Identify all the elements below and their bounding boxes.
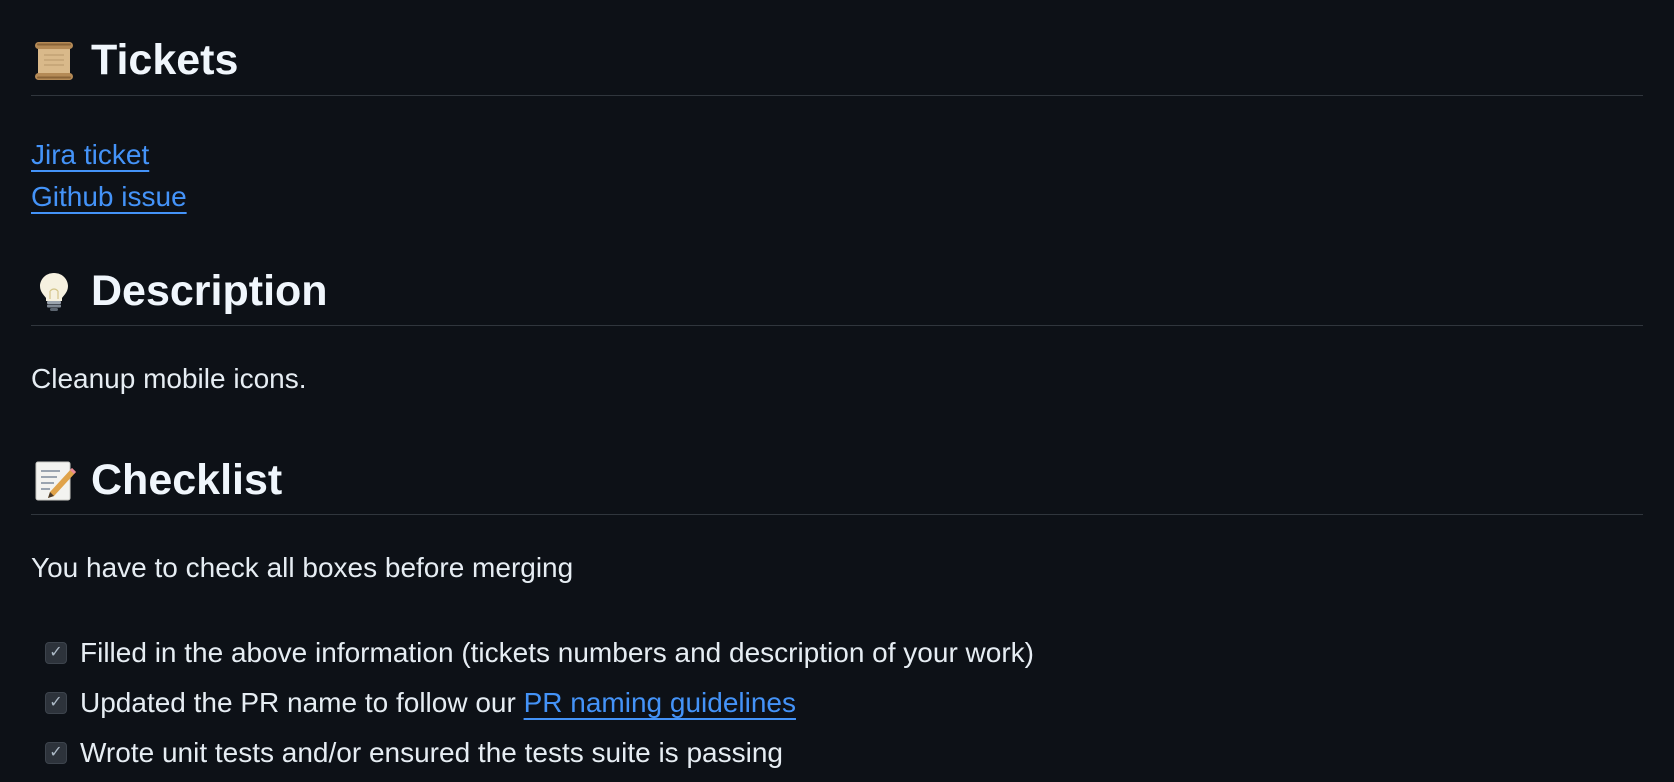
tickets-heading: Tickets (31, 26, 1643, 96)
task-list-item: ✓ Wrote unit tests and/or ensured the te… (45, 728, 1034, 778)
lightbulb-icon (31, 268, 77, 314)
task-checkbox[interactable]: ✓ (45, 742, 67, 764)
tickets-title: Tickets (91, 36, 239, 84)
task-list-item: ✓ Filled in the above information (ticke… (45, 628, 1034, 678)
task-list: ✓ Filled in the above information (ticke… (45, 628, 1034, 778)
checklist-heading: Checklist (31, 446, 1643, 515)
description-text: Cleanup mobile icons. (31, 363, 307, 394)
pr-naming-guidelines-link[interactable]: PR naming guidelines (524, 687, 796, 719)
task-checkbox[interactable]: ✓ (45, 642, 67, 664)
task-list-item: ✓ Updated the PR name to follow our PR n… (45, 678, 1034, 728)
checklist-title: Checklist (91, 455, 283, 504)
github-issue-link[interactable]: Github issue (31, 181, 187, 212)
memo-icon (31, 457, 77, 503)
task-text: Wrote unit tests and/or ensured the test… (80, 737, 783, 768)
scroll-icon (31, 38, 77, 84)
task-text: Updated the PR name to follow our (80, 687, 524, 718)
description-heading: Description (31, 257, 1643, 326)
description-title: Description (91, 266, 328, 315)
task-text: Filled in the above information (tickets… (80, 637, 1034, 668)
jira-ticket-link[interactable]: Jira ticket (31, 139, 149, 170)
task-checkbox[interactable]: ✓ (45, 692, 67, 714)
ticket-links: Jira ticket Github issue (31, 134, 187, 218)
checklist-intro: You have to check all boxes before mergi… (31, 552, 574, 583)
